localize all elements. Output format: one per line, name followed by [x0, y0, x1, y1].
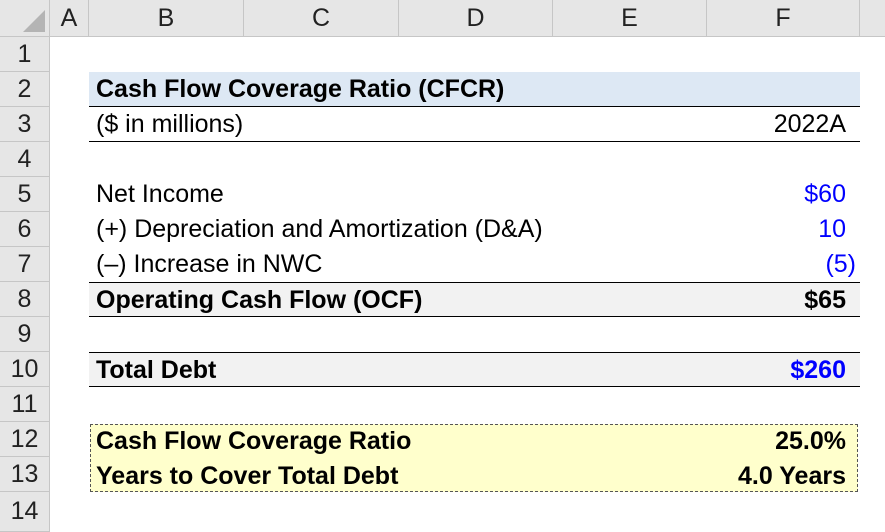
net-income-label: Net Income [96, 180, 224, 208]
column-header-c[interactable]: C [244, 0, 399, 37]
row-header-3[interactable]: 3 [0, 107, 50, 142]
row-header-13[interactable]: 13 [0, 457, 50, 492]
net-income-value: $60 [804, 180, 846, 208]
column-header-d[interactable]: D [399, 0, 553, 37]
ocf-value: $65 [804, 286, 846, 314]
cfcr-value: 25.0% [775, 427, 846, 455]
row-header-2[interactable]: 2 [0, 72, 50, 107]
table-title: Cash Flow Coverage Ratio (CFCR) [96, 75, 505, 103]
total-debt-row[interactable]: Total Debt $260 [89, 352, 860, 387]
years-row[interactable]: Years to Cover Total Debt 4.0 Years [89, 459, 860, 494]
total-debt-value: $260 [790, 356, 846, 384]
row-header-14[interactable]: 14 [0, 492, 50, 532]
ocf-row[interactable]: Operating Cash Flow (OCF) $65 [89, 282, 860, 317]
row-header-12[interactable]: 12 [0, 422, 50, 457]
row-header-6[interactable]: 6 [0, 212, 50, 247]
ocf-label: Operating Cash Flow (OCF) [96, 286, 423, 314]
years-value: 4.0 Years [738, 462, 846, 490]
column-header-a[interactable]: A [50, 0, 89, 37]
row-header-5[interactable]: 5 [0, 177, 50, 212]
select-all-corner[interactable] [0, 0, 50, 37]
row-header-7[interactable]: 7 [0, 247, 50, 282]
cfcr-label: Cash Flow Coverage Ratio [96, 427, 412, 455]
nwc-row[interactable]: (–) Increase in NWC (5) [89, 247, 860, 282]
da-value: 10 [818, 215, 846, 243]
column-header-f[interactable]: F [707, 0, 860, 37]
nwc-value: (5) [825, 250, 856, 278]
total-debt-label: Total Debt [96, 356, 217, 384]
column-header-overflow [860, 0, 885, 37]
units-row[interactable]: ($ in millions) 2022A [89, 107, 860, 142]
row-header-10[interactable]: 10 [0, 352, 50, 387]
units-label: ($ in millions) [96, 110, 244, 138]
row-header-8[interactable]: 8 [0, 282, 50, 317]
da-label: (+) Depreciation and Amortization (D&A) [96, 215, 543, 243]
row-header-9[interactable]: 9 [0, 317, 50, 352]
column-header-e[interactable]: E [553, 0, 707, 37]
row-header-1[interactable]: 1 [0, 37, 50, 72]
years-label: Years to Cover Total Debt [96, 462, 399, 490]
nwc-label: (–) Increase in NWC [96, 250, 323, 278]
cfcr-row[interactable]: Cash Flow Coverage Ratio 25.0% [89, 424, 860, 459]
table-title-row[interactable]: Cash Flow Coverage Ratio (CFCR) [89, 72, 860, 107]
select-all-icon [23, 10, 45, 32]
row-header-11[interactable]: 11 [0, 387, 50, 422]
column-header-b[interactable]: B [89, 0, 244, 37]
da-row[interactable]: (+) Depreciation and Amortization (D&A) … [89, 212, 860, 247]
net-income-row[interactable]: Net Income $60 [89, 177, 860, 212]
period-label: 2022A [773, 110, 846, 138]
spreadsheet: A B C D E F 1 2 3 4 5 6 7 8 9 10 11 12 1… [0, 0, 885, 532]
row-header-4[interactable]: 4 [0, 142, 50, 177]
